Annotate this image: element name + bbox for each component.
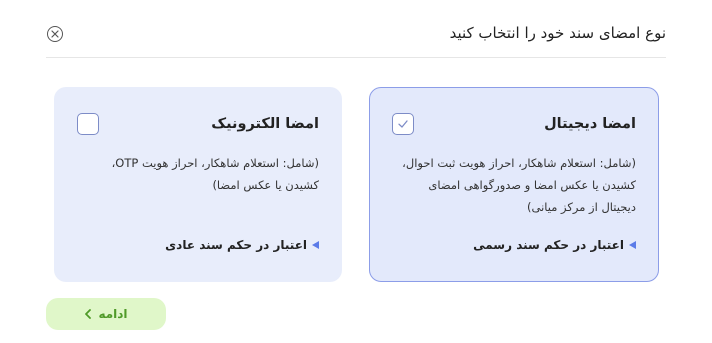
header-divider [46, 57, 666, 58]
digital-checkbox[interactable] [392, 113, 414, 135]
check-icon [398, 120, 408, 128]
close-button[interactable] [47, 26, 63, 42]
digital-card-title: امضا دیجیتال [544, 116, 636, 132]
electronic-signature-card[interactable]: امضا الکترونیک (شامل: استعلام شاهکار، اح… [54, 87, 342, 282]
digital-signature-card[interactable]: امضا دیجیتال (شامل: استعلام شاهکار، احرا… [369, 87, 659, 282]
continue-button[interactable]: ادامه [46, 298, 166, 330]
digital-card-link-label: اعتبار در حکم سند رسمی [473, 238, 624, 252]
electronic-card-title: امضا الکترونیک [211, 116, 319, 132]
dialog-title: نوع امضای سند خود را انتخاب کنید [449, 24, 666, 42]
digital-card-link[interactable]: اعتبار در حکم سند رسمی [473, 238, 636, 252]
chevron-left-icon [85, 309, 92, 319]
continue-button-label: ادامه [98, 307, 128, 321]
digital-card-description: (شامل: استعلام شاهکار، احراز هویت ثبت اح… [402, 156, 636, 214]
close-icon [51, 30, 59, 38]
electronic-card-link[interactable]: اعتبار در حکم سند عادی [165, 238, 319, 252]
electronic-card-link-label: اعتبار در حکم سند عادی [165, 238, 307, 252]
triangle-left-icon [312, 241, 319, 249]
electronic-card-description: (شامل: استعلام شاهکار، احراز هویت OTP، ک… [111, 156, 319, 192]
electronic-checkbox[interactable] [77, 113, 99, 135]
triangle-left-icon [629, 241, 636, 249]
